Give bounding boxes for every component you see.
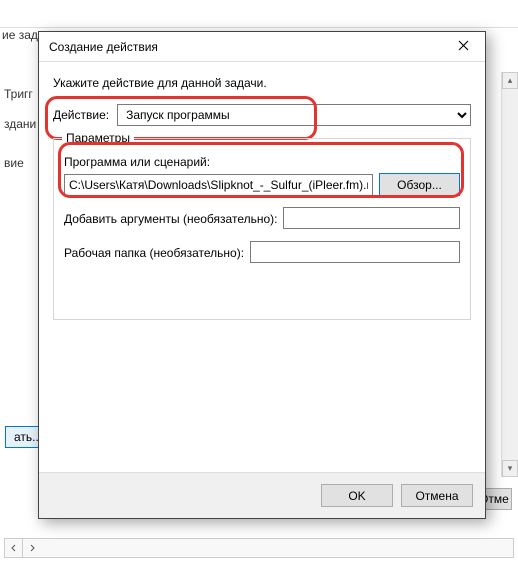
close-button[interactable] — [443, 33, 483, 61]
cancel-button[interactable]: Отмена — [401, 484, 473, 507]
bg-scrollbar[interactable]: ▴ ▾ — [501, 72, 518, 477]
bg-status-bar — [4, 538, 514, 558]
create-action-dialog: Создание действия Укажите действие для д… — [38, 31, 486, 519]
dialog-button-bar: OK Отмена — [39, 472, 485, 518]
dialog-title: Создание действия — [49, 40, 443, 54]
workdir-label: Рабочая папка (необязательно): — [64, 246, 244, 260]
parameters-group: Параметры Программа или сценарий: Обзор.… — [53, 138, 471, 320]
action-select[interactable]: Запуск программы — [117, 104, 471, 126]
scroll-down-icon[interactable]: ▾ — [502, 460, 518, 477]
bg-label-vie: вие — [4, 156, 24, 170]
instruction-text: Укажите действие для данной задачи. — [53, 76, 471, 90]
bg-tab-trigger: Тригг — [4, 87, 33, 101]
browse-button[interactable]: Обзор... — [379, 173, 460, 196]
program-input[interactable] — [64, 174, 373, 196]
parameters-legend: Параметры — [62, 131, 134, 145]
close-icon — [458, 40, 469, 54]
scroll-up-icon[interactable]: ▴ — [502, 72, 518, 89]
bg-btn-create: здани — [4, 117, 36, 131]
titlebar: Создание действия — [39, 32, 485, 62]
chevron-right-icon[interactable] — [23, 539, 41, 557]
arguments-input[interactable] — [283, 207, 460, 229]
chevron-left-icon[interactable] — [5, 539, 23, 557]
action-label: Действие: — [53, 108, 109, 122]
arguments-label: Добавить аргументы (необязательно): — [64, 212, 277, 226]
program-label: Программа или сценарий: — [64, 155, 460, 169]
workdir-input[interactable] — [250, 241, 460, 263]
ok-button[interactable]: OK — [321, 484, 393, 507]
bg-window-title-fragment: ие зад — [2, 28, 38, 42]
